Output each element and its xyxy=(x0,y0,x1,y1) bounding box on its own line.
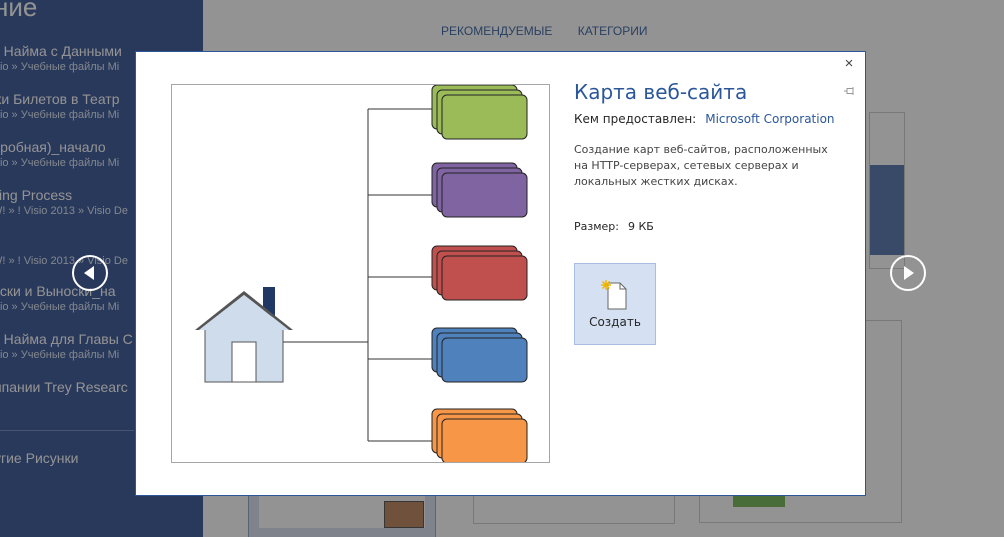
page-stack xyxy=(431,245,528,301)
page-stack xyxy=(431,162,528,218)
size-label: Размер: xyxy=(574,220,619,233)
previous-template-button[interactable] xyxy=(72,255,108,291)
chevron-right-circle-icon xyxy=(904,266,914,280)
new-document-icon xyxy=(601,280,627,310)
page-shape xyxy=(441,172,528,218)
page-shape xyxy=(441,418,528,464)
page-stack xyxy=(431,408,528,464)
provider-line: Кем предоставлен: Microsoft Corporation xyxy=(574,112,835,126)
page-stack xyxy=(431,327,528,383)
template-title: Карта веб-сайта xyxy=(574,80,748,104)
website-map-diagram xyxy=(195,84,528,464)
page-stack xyxy=(431,84,528,140)
pin-icon[interactable] xyxy=(843,85,855,97)
template-size: Размер: 9 КБ xyxy=(574,220,654,233)
create-label: Создать xyxy=(589,315,641,329)
page-shape xyxy=(441,94,528,140)
page-shape xyxy=(441,255,528,301)
close-icon[interactable]: × xyxy=(842,56,856,71)
home-page-house-icon xyxy=(195,287,293,383)
create-button[interactable]: Создать xyxy=(574,263,656,345)
template-preview-image xyxy=(171,84,550,464)
page-shape xyxy=(441,337,528,383)
provider-link[interactable]: Microsoft Corporation xyxy=(705,112,834,126)
chevron-left-circle-icon xyxy=(84,266,94,280)
next-template-button[interactable] xyxy=(890,255,926,291)
template-description: Создание карт веб-сайтов, расположенных … xyxy=(574,143,828,188)
template-preview-dialog: × Карта веб-сайта Кем предоставлен: Micr… xyxy=(135,51,866,496)
size-value: 9 КБ xyxy=(627,220,654,233)
provider-label: Кем предоставлен: xyxy=(574,112,697,126)
page-stacks xyxy=(431,84,528,464)
